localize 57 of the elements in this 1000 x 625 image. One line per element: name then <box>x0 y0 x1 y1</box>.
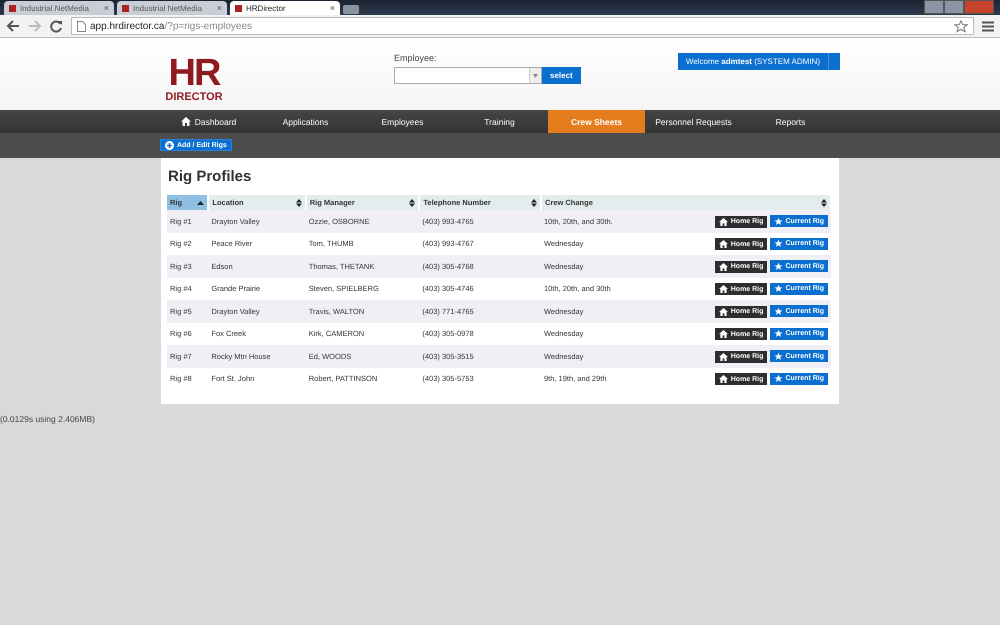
star-icon <box>774 352 782 360</box>
home-icon <box>718 375 728 383</box>
dropdown-toggle-button[interactable] <box>828 53 840 70</box>
browser-tab[interactable]: Industrial NetMedia × <box>4 1 114 15</box>
home-icon <box>718 352 728 360</box>
sort-icon <box>409 198 416 206</box>
browser-tab[interactable]: Industrial NetMedia × <box>117 1 227 15</box>
sort-ascending-icon <box>197 200 204 205</box>
star-icon <box>774 374 782 383</box>
address-bar[interactable]: app.hrdirector.ca/?p=rigs-employees <box>71 17 974 35</box>
tab-title: Industrial NetMedia <box>133 4 203 12</box>
home-icon <box>718 218 728 226</box>
browser-tab[interactable]: HRDirector × <box>230 1 340 15</box>
sort-icon <box>296 198 302 206</box>
employee-dropdown[interactable] <box>394 67 542 84</box>
select-button[interactable]: select <box>542 67 581 84</box>
home-icon <box>718 285 728 293</box>
tab-title: Industrial NetMedia <box>20 4 90 12</box>
tab-title: HRDirector <box>246 4 287 12</box>
home-icon <box>718 262 728 270</box>
sort-icon <box>821 198 827 206</box>
nav-tab[interactable]: Training <box>451 110 548 133</box>
nav-tab[interactable]: Personnel Requests <box>645 110 742 133</box>
star-icon <box>774 284 782 293</box>
page-title: Rig Profiles <box>168 168 252 185</box>
favicon-icon <box>122 4 129 12</box>
sort-icon <box>530 198 537 206</box>
render-time-text: (0.0129s using 2.406MB) <box>0 414 95 424</box>
caret-icon <box>533 74 538 78</box>
menu-icon[interactable] <box>982 20 994 32</box>
home-icon <box>718 240 728 248</box>
logo: HR DIRECTOR <box>164 54 224 103</box>
nav-tab[interactable]: Applications <box>257 110 354 133</box>
star-icon <box>774 329 782 338</box>
page-icon <box>77 20 86 32</box>
close-tab-button[interactable]: × <box>330 3 335 13</box>
star-icon <box>774 262 782 270</box>
plus-circle-icon <box>165 140 174 150</box>
reload-icon[interactable] <box>50 20 63 32</box>
star-icon <box>774 306 782 316</box>
star-icon <box>774 216 782 226</box>
star-icon <box>774 239 782 248</box>
field-label: Employee: <box>394 53 438 63</box>
nav-tab[interactable]: Reports <box>742 110 839 133</box>
favicon-icon <box>235 4 242 12</box>
user-menu-button[interactable]: Welcome admtest (SYSTEM ADMIN) <box>678 53 828 70</box>
nav-tab[interactable]: Employees <box>354 110 451 133</box>
nav-tab[interactable]: Dashboard <box>160 110 257 133</box>
forward-icon[interactable] <box>28 20 42 32</box>
new-tab-button[interactable] <box>343 5 359 14</box>
bookmark-star-icon[interactable] <box>954 20 968 32</box>
close-tab-button[interactable]: × <box>216 3 222 13</box>
favicon-icon <box>9 4 16 12</box>
home-icon <box>718 330 728 338</box>
back-icon[interactable] <box>6 20 20 32</box>
home-icon <box>718 308 728 316</box>
close-tab-button[interactable]: × <box>104 3 109 13</box>
